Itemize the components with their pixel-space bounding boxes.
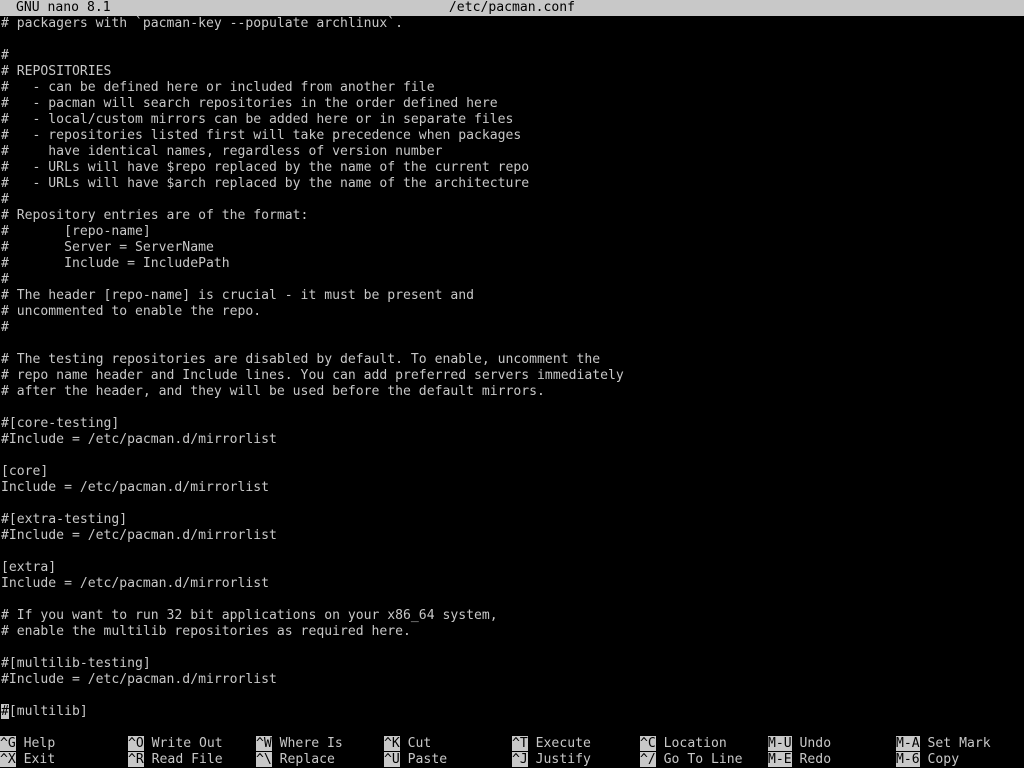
shortcut-key: ^G (0, 736, 16, 751)
editor-line[interactable]: # have identical names, regardless of ve… (0, 144, 1024, 160)
editor-area[interactable]: # packagers with `pacman-key --populate … (0, 16, 1024, 720)
shortcut-read-file[interactable]: ^R Read File (128, 752, 223, 768)
editor-line[interactable]: [core] (0, 464, 1024, 480)
shortcut-key: ^O (128, 736, 144, 751)
editor-line[interactable]: # Server = ServerName (0, 240, 1024, 256)
editor-line[interactable]: # [repo-name] (0, 224, 1024, 240)
editor-line[interactable]: #Include = /etc/pacman.d/mirrorlist (0, 528, 1024, 544)
shortcut-key: ^X (0, 752, 16, 767)
editor-line[interactable]: # (0, 320, 1024, 336)
editor-line[interactable]: # enable the multilib repositories as re… (0, 624, 1024, 640)
editor-line[interactable] (0, 448, 1024, 464)
shortcut-set-mark[interactable]: M-A Set Mark (896, 736, 991, 752)
shortcut-key: M-E (768, 752, 792, 767)
title-bar: GNU nano 8.1 /etc/pacman.conf (0, 0, 1024, 16)
shortcut-bar: ^G Help ^O Write Out ^W Where Is ^K Cut ^T E… (0, 736, 1024, 768)
shortcut-label: Copy (919, 752, 960, 767)
shortcut-label: Cut (399, 736, 432, 751)
shortcut-copy[interactable]: M-6 Copy (896, 752, 959, 768)
shortcut-location[interactable]: ^C Location (640, 736, 727, 752)
editor-line[interactable]: # If you want to run 32 bit applications… (0, 608, 1024, 624)
shortcut-replace[interactable]: ^\ Replace (256, 752, 335, 768)
shortcut-label: Go To Line (655, 752, 743, 767)
shortcut-key: ^W (256, 736, 272, 751)
editor-line[interactable] (0, 592, 1024, 608)
editor-line[interactable]: # - repositories listed first will take … (0, 128, 1024, 144)
editor-line[interactable]: # - can be defined here or included from… (0, 80, 1024, 96)
editor-line[interactable]: # after the header, and they will be use… (0, 384, 1024, 400)
editor-line[interactable] (0, 496, 1024, 512)
editor-line[interactable]: # Include = IncludePath (0, 256, 1024, 272)
editor-line[interactable]: # (0, 48, 1024, 64)
editor-line[interactable]: # Repository entries are of the format: (0, 208, 1024, 224)
shortcut-label: Undo (791, 736, 832, 751)
shortcut-key: M-6 (896, 752, 920, 767)
shortcut-key: ^J (512, 752, 528, 767)
editor-line[interactable]: # packagers with `pacman-key --populate … (0, 16, 1024, 32)
editor-line[interactable]: #[core-testing] (0, 416, 1024, 432)
shortcut-label: Location (655, 736, 727, 751)
editor-line[interactable]: Include = /etc/pacman.d/mirrorlist (0, 480, 1024, 496)
editor-line[interactable]: # (0, 192, 1024, 208)
editor-line[interactable]: # The testing repositories are disabled … (0, 352, 1024, 368)
shortcut-exit[interactable]: ^X Exit (0, 752, 55, 768)
shortcut-where-is[interactable]: ^W Where Is (256, 736, 343, 752)
shortcut-label: Redo (791, 752, 832, 767)
shortcut-label: Write Out (143, 736, 223, 751)
editor-line[interactable] (0, 640, 1024, 656)
shortcut-key: ^U (384, 752, 400, 767)
editor-line[interactable]: # - pacman will search repositories in t… (0, 96, 1024, 112)
shortcut-write-out[interactable]: ^O Write Out (128, 736, 223, 752)
shortcut-label: Justify (527, 752, 591, 767)
editor-line[interactable]: # - local/custom mirrors can be added he… (0, 112, 1024, 128)
shortcut-label: Read File (143, 752, 223, 767)
editor-line[interactable]: #Include = /etc/pacman.d/mirrorlist (0, 432, 1024, 448)
shortcut-key: M-U (768, 736, 792, 751)
editor-line[interactable]: # - URLs will have $repo replaced by the… (0, 160, 1024, 176)
editor-line-text: [multilib] (8, 704, 88, 719)
shortcut-label: Set Mark (919, 736, 991, 751)
shortcut-execute[interactable]: ^T Execute (512, 736, 591, 752)
editor-line[interactable]: #[multilib] (0, 704, 1024, 720)
editor-line[interactable] (0, 544, 1024, 560)
editor-line[interactable] (0, 688, 1024, 704)
shortcut-label: Where Is (271, 736, 343, 751)
editor-line[interactable]: # repo name header and Include lines. Yo… (0, 368, 1024, 384)
shortcut-key: ^T (512, 736, 528, 751)
shortcut-undo[interactable]: M-U Undo (768, 736, 831, 752)
shortcut-go-to-line[interactable]: ^/ Go To Line (640, 752, 743, 768)
shortcut-label: Replace (271, 752, 335, 767)
editor-line[interactable]: [extra] (0, 560, 1024, 576)
shortcut-label: Help (15, 736, 56, 751)
shortcut-key: ^/ (640, 752, 656, 767)
editor-line[interactable]: # uncommented to enable the repo. (0, 304, 1024, 320)
shortcut-justify[interactable]: ^J Justify (512, 752, 591, 768)
shortcut-cut[interactable]: ^K Cut (384, 736, 431, 752)
editor-line[interactable]: # The header [repo-name] is crucial - it… (0, 288, 1024, 304)
shortcut-key: ^\ (256, 752, 272, 767)
editor-line[interactable]: #[multilib-testing] (0, 656, 1024, 672)
editor-line[interactable]: Include = /etc/pacman.d/mirrorlist (0, 576, 1024, 592)
editor-line[interactable]: #Include = /etc/pacman.d/mirrorlist (0, 672, 1024, 688)
editor-line[interactable]: # - URLs will have $arch replaced by the… (0, 176, 1024, 192)
editor-line[interactable] (0, 32, 1024, 48)
editor-line[interactable]: # REPOSITORIES (0, 64, 1024, 80)
editor-line[interactable] (0, 336, 1024, 352)
shortcut-key: ^K (384, 736, 400, 751)
shortcut-redo[interactable]: M-E Redo (768, 752, 831, 768)
shortcut-key: ^C (640, 736, 656, 751)
shortcut-label: Execute (527, 736, 591, 751)
text-cursor: # (1, 704, 9, 719)
shortcut-label: Exit (15, 752, 56, 767)
editor-line[interactable]: # (0, 272, 1024, 288)
file-name: /etc/pacman.conf (448, 0, 576, 15)
editor-line[interactable]: #[extra-testing] (0, 512, 1024, 528)
shortcut-label: Paste (399, 752, 448, 767)
shortcut-paste[interactable]: ^U Paste (384, 752, 447, 768)
editor-line[interactable] (0, 400, 1024, 416)
shortcut-key: ^R (128, 752, 144, 767)
shortcut-key: M-A (896, 736, 920, 751)
shortcut-help[interactable]: ^G Help (0, 736, 55, 752)
